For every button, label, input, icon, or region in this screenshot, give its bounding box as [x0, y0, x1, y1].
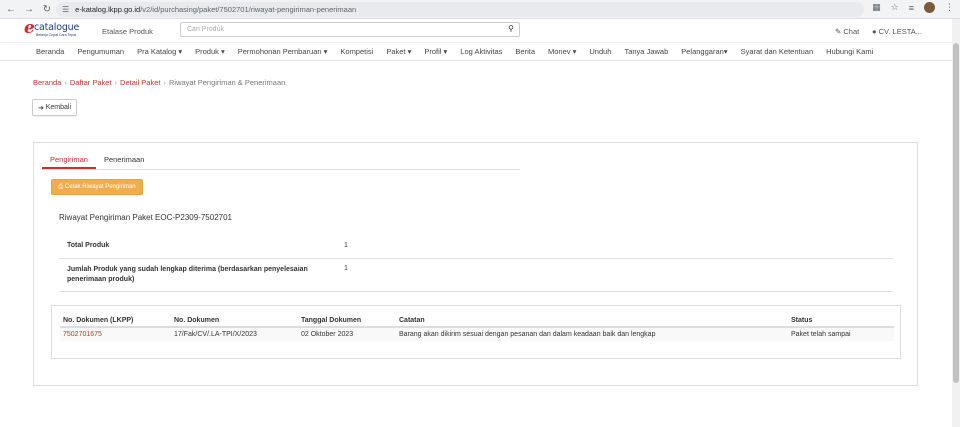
doc-lkpp-link[interactable]: 7502701675 — [60, 327, 171, 341]
main-menu: Beranda Pengumuman Pra Katalog ▾ Produk … — [0, 43, 960, 61]
menu-item-unduh[interactable]: Unduh — [589, 47, 611, 56]
etalase-produk-link[interactable]: Etalase Produk — [102, 27, 153, 36]
menu-item-paket[interactable]: Paket ▾ — [386, 47, 411, 56]
print-history-button[interactable]: ⎙ Cetak Riwayat Pengiriman — [51, 179, 143, 195]
tab-pengiriman[interactable]: Pengiriman — [42, 152, 96, 169]
tab-bar: Pengiriman Penerimaan — [42, 152, 520, 170]
breadcrumb: Beranda › Daftar Paket › Detail Paket › Riwaya… — [33, 78, 286, 87]
browser-bar: ← → ↻ ☰ e-katalog.lkpp.go.id/v2/id/purch… — [0, 0, 960, 19]
site-header: e catalogue Belanja Cepat Cara Tepat Eta… — [0, 18, 960, 43]
column-header: Catatan — [396, 314, 788, 328]
translate-icon[interactable]: ▦ — [872, 2, 881, 13]
scrollbar-thumb[interactable] — [953, 43, 959, 383]
menu-item-monev[interactable]: Monev ▾ — [548, 47, 576, 56]
menu-item-tanya-jawab[interactable]: Tanya Jawab — [624, 47, 668, 56]
more-menu-icon[interactable]: ⋮ — [945, 2, 954, 13]
menu-item-berita[interactable]: Berita — [515, 47, 535, 56]
reading-list-icon[interactable]: ≡ — [909, 3, 914, 13]
back-button[interactable]: ➔ Kembali — [32, 99, 77, 116]
forward-arrow-icon[interactable]: → — [22, 2, 36, 16]
breadcrumb-detail-paket[interactable]: Detail Paket — [120, 78, 160, 87]
menu-item-pelanggaran[interactable]: Pelanggaran▾ — [681, 47, 727, 56]
delivery-table: No. Dokumen (LKPP) No. Dokumen Tanggal D… — [60, 314, 894, 341]
status-cell: Paket telah sampai — [788, 327, 894, 341]
menu-item-log-aktivitas[interactable]: Log Aktivitas — [460, 47, 502, 56]
user-menu[interactable]: ● CV. LESTA... — [872, 27, 922, 36]
chat-link[interactable]: ✎ Chat — [835, 27, 859, 36]
breadcrumb-current: Riwayat Pengiriman & Penerimaan — [168, 78, 286, 87]
menu-item-beranda[interactable]: Beranda — [36, 47, 64, 56]
doc-date-cell: 02 Oktober 2023 — [298, 327, 396, 341]
search-icon[interactable]: ⚲ — [508, 24, 514, 33]
delivery-table-box: No. Dokumen (LKPP) No. Dokumen Tanggal D… — [51, 305, 901, 359]
info-value: 1 — [344, 242, 348, 249]
menu-item-hubungi-kami[interactable]: Hubungi Kami — [826, 47, 873, 56]
content-panel: Pengiriman Penerimaan ⎙ Cetak Riwayat Pe… — [33, 142, 918, 386]
note-cell: Barang akan dikirim sesuai dengan pesana… — [396, 327, 788, 341]
tab-penerimaan[interactable]: Penerimaan — [96, 152, 152, 169]
menu-item-kompetisi[interactable]: Kompetisi — [340, 47, 373, 56]
doc-number-cell: 17/Fak/CV/.LA-TPI/X/2023 — [171, 327, 298, 341]
menu-item-syarat-ketentuan[interactable]: Syarat dan Ketentuan — [741, 47, 814, 56]
profile-avatar[interactable] — [924, 2, 935, 13]
paket-title: Riwayat Pengiriman Paket EOC-P2309-75027… — [59, 213, 232, 222]
user-icon: ● — [872, 27, 879, 36]
ecatalogue-logo[interactable]: e catalogue Belanja Cepat Cara Tepat — [24, 18, 80, 40]
table-row: 7502701675 17/Fak/CV/.LA-TPI/X/2023 02 O… — [60, 327, 894, 341]
info-value: 1 — [344, 265, 348, 272]
menu-item-produk[interactable]: Produk ▾ — [195, 47, 225, 56]
search-input[interactable]: Cari Produk ⚲ — [180, 22, 520, 37]
column-header: No. Dokumen (LKPP) — [60, 314, 171, 328]
bookmark-star-icon[interactable]: ☆ — [891, 2, 899, 13]
address-bar[interactable]: ☰ e-katalog.lkpp.go.id/v2/id/purchasing/… — [56, 2, 864, 17]
page-scrollbar[interactable] — [952, 19, 960, 427]
column-header: Tanggal Dokumen — [298, 314, 396, 328]
info-label: Jumlah Produk yang sudah lengkap diterim… — [67, 266, 308, 283]
info-row-total: Total Produk 1 — [59, 235, 893, 259]
menu-item-profil[interactable]: Profil ▾ — [424, 47, 447, 56]
url-host: e-katalog.lkpp.go.id — [75, 5, 141, 14]
menu-item-pengumuman[interactable]: Pengumuman — [77, 47, 124, 56]
info-label: Total Produk — [67, 242, 110, 249]
site-info-icon[interactable]: ☰ — [62, 5, 69, 14]
search-placeholder: Cari Produk — [187, 26, 224, 33]
breadcrumb-daftar-paket[interactable]: Daftar Paket — [70, 78, 112, 87]
menu-item-permohonan-pembaruan[interactable]: Permohonan Pembaruan ▾ — [238, 47, 328, 56]
back-circle-icon: ➔ — [37, 104, 46, 112]
reload-icon[interactable]: ↻ — [40, 2, 54, 16]
column-header: Status — [788, 314, 894, 328]
info-row-received: Jumlah Produk yang sudah lengkap diterim… — [59, 260, 893, 292]
url-path: /v2/id/purchasing/paket/7502701/riwayat-… — [140, 5, 357, 14]
back-arrow-icon[interactable]: ← — [4, 2, 18, 16]
column-header: No. Dokumen — [171, 314, 298, 328]
menu-item-pra-katalog[interactable]: Pra Katalog ▾ — [137, 47, 182, 56]
breadcrumb-beranda[interactable]: Beranda — [33, 78, 61, 87]
